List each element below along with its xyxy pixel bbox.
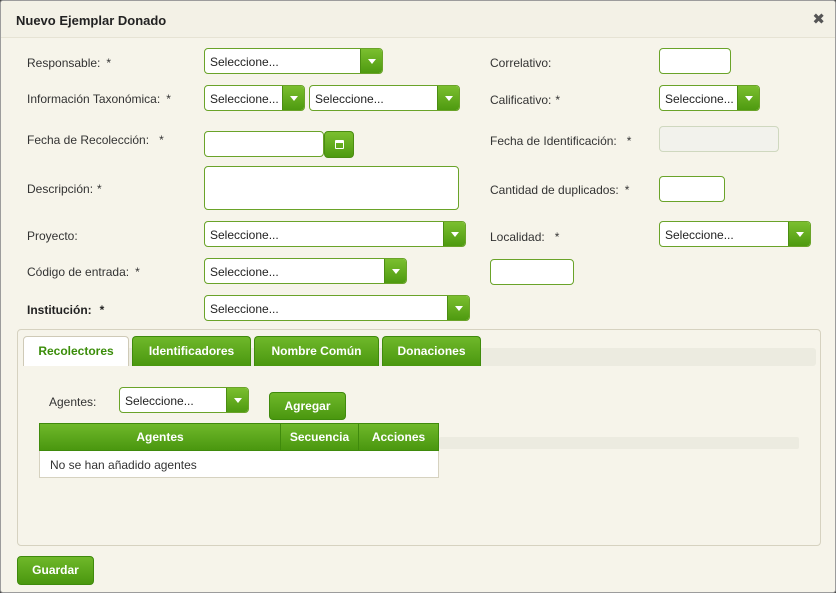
institucion-select[interactable]: Seleccione... [204,295,470,321]
guardar-button[interactable]: Guardar [17,556,94,585]
cantidad-duplicados-label: Cantidad de duplicados: * [490,183,630,197]
tab-identificadores[interactable]: Identificadores [132,336,251,366]
localidad-select[interactable]: Seleccione... [659,221,811,247]
institucion-select-value: Seleccione... [210,302,279,316]
tab-nombre-comun[interactable]: Nombre Común [254,336,379,366]
chevron-down-icon [282,86,304,110]
agentes-select[interactable]: Seleccione... [119,387,249,413]
chevron-down-icon [384,259,406,283]
chevron-down-icon [788,222,810,246]
tabs-panel: Recolectores Identificadores Nombre Comú… [17,329,821,546]
agentes-label: Agentes: [49,395,97,409]
institucion-label: Institución: * [27,303,105,317]
localidad-label: Localidad: * [490,230,560,244]
agentes-table-header: Agentes Secuencia Acciones [39,423,439,451]
close-icon[interactable]: ✖ [812,10,825,28]
table-header-extension [439,437,799,449]
codigo-entrada-select-value: Seleccione... [210,265,279,279]
taxonomia-select-2[interactable]: Seleccione... [309,85,460,111]
responsable-select-value: Seleccione... [210,55,279,69]
chevron-down-icon [360,49,382,73]
tab-recolectores[interactable]: Recolectores [23,336,129,366]
responsable-label: Responsable: * [27,56,112,70]
calendar-icon [335,140,344,149]
calificativo-select-value: Seleccione... [665,92,734,106]
proyecto-label: Proyecto: [27,229,78,243]
calificativo-select[interactable]: Seleccione... [659,85,760,111]
chevron-down-icon [226,388,248,412]
codigo-entrada-extra-input[interactable] [490,259,574,285]
responsable-select[interactable]: Seleccione... [204,48,383,74]
dialog-title: Nuevo Ejemplar Donado [16,13,167,28]
new-donated-specimen-dialog: Nuevo Ejemplar Donado ✖ Responsable: * Se… [0,0,836,593]
proyecto-select-value: Seleccione... [210,228,279,242]
calendar-button[interactable] [324,131,354,158]
dialog-titlebar: Nuevo Ejemplar Donado ✖ [1,1,835,38]
agregar-button[interactable]: Agregar [269,392,346,420]
descripcion-textarea[interactable] [204,166,459,210]
chevron-down-icon [443,222,465,246]
fecha-recoleccion-input[interactable] [204,131,324,157]
taxonomia-select-2-value: Seleccione... [315,92,384,106]
informacion-taxonomica-label: Información Taxonómica: * [27,92,171,106]
chevron-down-icon [737,86,759,110]
cantidad-duplicados-input[interactable] [659,176,725,202]
agentes-select-value: Seleccione... [125,394,194,408]
descripcion-label: Descripción: * [27,182,102,196]
proyecto-select[interactable]: Seleccione... [204,221,466,247]
agentes-table-empty-row: No se han añadido agentes [39,451,439,478]
tab-donaciones[interactable]: Donaciones [382,336,481,366]
fecha-identificacion-input[interactable] [659,126,779,152]
fecha-identificacion-label: Fecha de Identificación: * [490,134,632,148]
fecha-recoleccion-label: Fecha de Recolección: * [27,133,164,147]
chevron-down-icon [447,296,469,320]
column-acciones[interactable]: Acciones [359,424,438,450]
localidad-select-value: Seleccione... [665,228,734,242]
codigo-entrada-select[interactable]: Seleccione... [204,258,407,284]
column-secuencia[interactable]: Secuencia [281,424,359,450]
correlativo-label: Correlativo: [490,56,552,70]
taxonomia-select-1[interactable]: Seleccione... [204,85,305,111]
correlativo-input[interactable] [659,48,731,74]
taxonomia-select-1-value: Seleccione... [210,92,279,106]
empty-message: No se han añadido agentes [50,458,197,472]
codigo-entrada-label: Código de entrada: * [27,265,140,279]
calificativo-label: Calificativo: * [490,93,561,107]
column-agentes[interactable]: Agentes [40,424,281,450]
chevron-down-icon [437,86,459,110]
